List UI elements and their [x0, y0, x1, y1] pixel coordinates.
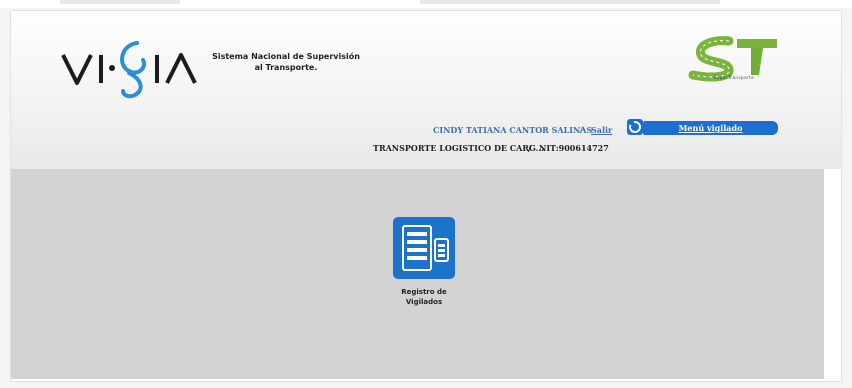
tagline: Sistema Nacional de Supervisión al Trans… — [211, 51, 361, 73]
menu-vigilado-button[interactable]: Menú vigilado — [643, 121, 778, 135]
st-logo-caption: SuperTransporte — [713, 75, 755, 80]
menu-circle-icon[interactable] — [627, 119, 643, 135]
tagline-line2: al Transporte. — [254, 63, 318, 72]
tile-label-line2: Vigilados — [405, 298, 443, 306]
top-strip-segment — [60, 0, 180, 4]
separator: / — [528, 143, 531, 153]
tagline-line1: Sistema Nacional de Supervisión — [212, 52, 360, 61]
right-gutter — [824, 169, 841, 379]
tile-registro-vigilados[interactable]: Registro de Vigilados — [391, 217, 455, 317]
top-strip-segment — [420, 0, 720, 4]
top-strip — [0, 0, 852, 8]
user-name: CINDY TATIANA CANTOR SALINAS — [433, 125, 593, 135]
company-nit: NIT:900614727 — [539, 143, 609, 153]
main-content: Registro de Vigilados — [11, 169, 824, 379]
tile-label: Registro de Vigilados — [371, 287, 477, 307]
header: Sistema Nacional de Supervisión al Trans… — [11, 11, 841, 169]
logout-link[interactable]: Salir — [591, 125, 612, 135]
document-list-icon — [393, 217, 455, 279]
company-name: TRANSPORTE LOGISTICO DE CARG... — [373, 143, 544, 153]
page-frame: Sistema Nacional de Supervisión al Trans… — [10, 10, 842, 382]
tile-label-line1: Registro de — [401, 288, 447, 296]
vigia-logo — [61, 41, 197, 99]
separator: / — [580, 125, 583, 134]
company-line: TRANSPORTE LOGISTICO DE CARG... / NIT:90… — [11, 143, 841, 155]
